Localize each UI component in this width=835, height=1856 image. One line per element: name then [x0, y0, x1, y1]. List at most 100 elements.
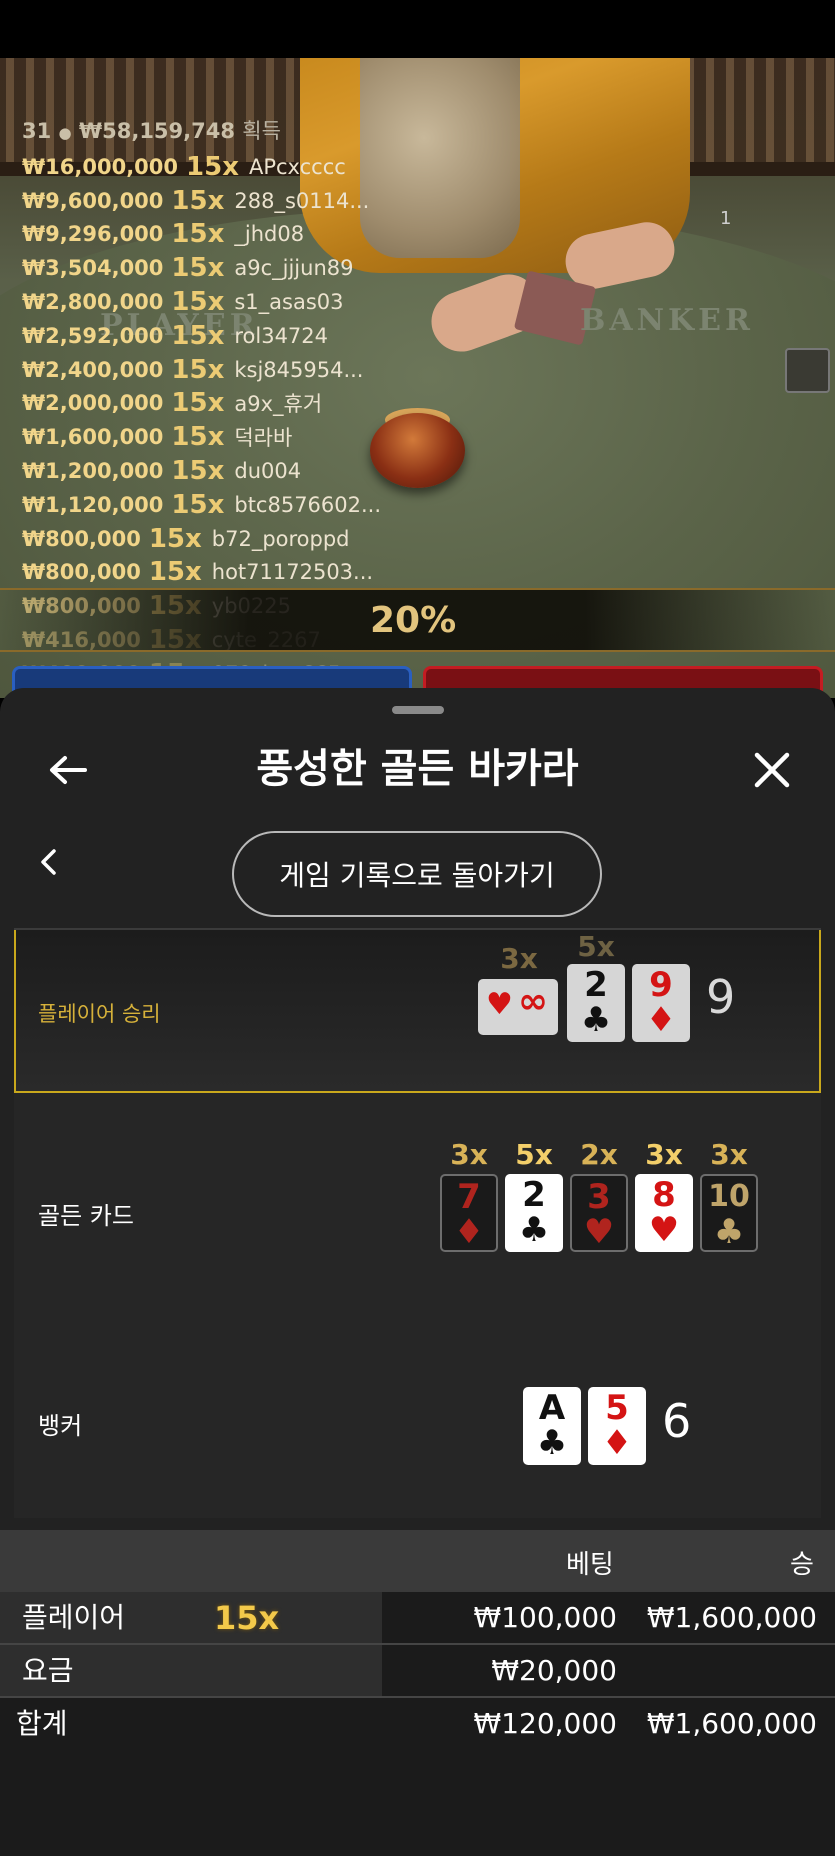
- golden-card-3-multiplier: 2x: [580, 1138, 618, 1171]
- winner-amount: ₩800,000: [22, 560, 141, 585]
- winner-multiplier: 15x: [171, 489, 225, 520]
- leaderboard-row: ₩1,600,000 15x 덕라바: [22, 420, 381, 454]
- chip-bowl: [370, 413, 465, 488]
- card-rank: 2: [522, 1175, 546, 1215]
- player-card-2-multiplier: 5x: [577, 930, 615, 963]
- leaderboard-row: ₩800,000 15x b72_poroppd: [22, 522, 381, 556]
- card-rank: 5: [605, 1388, 629, 1428]
- player-score: 9: [706, 970, 736, 1024]
- winner-username: a9x_휴거: [234, 392, 323, 417]
- winner-amount: ₩1,600,000: [22, 425, 164, 450]
- winner-amount: ₩2,400,000: [22, 357, 164, 382]
- winner-username: du004: [234, 459, 302, 484]
- leaderboard-row: ₩2,800,000 15x s1_asas03: [22, 285, 381, 319]
- bet-row-total: 합계 ₩120,000 ₩1,600,000: [0, 1698, 835, 1750]
- winner-multiplier: 15x: [171, 354, 225, 385]
- card-suit: ♦: [645, 1000, 677, 1040]
- card-suit: ♣: [713, 1212, 745, 1252]
- leaderboard-row: ₩2,592,000 15x rol34724: [22, 319, 381, 353]
- winner-amount: ₩1,120,000: [22, 492, 164, 517]
- winner-multiplier: 15x: [148, 557, 202, 588]
- golden-card-2-multiplier: 5x: [515, 1138, 553, 1171]
- sheet-title: 풍성한 골든 바카라: [256, 746, 579, 792]
- bet-amount: ₩20,000: [491, 1654, 617, 1687]
- golden-card-5-multiplier: 3x: [710, 1138, 748, 1171]
- banker-card-2: 5 ♦: [588, 1387, 646, 1465]
- winner-username: s1_asas03: [234, 290, 344, 315]
- golden-card-4-multiplier: 3x: [645, 1138, 683, 1171]
- winner-multiplier: 15x: [171, 388, 225, 419]
- bet-table-header: [0, 1530, 835, 1592]
- golden-card-5: 10 ♣: [700, 1174, 758, 1252]
- win-amount: ₩1,600,000: [646, 1601, 817, 1634]
- player-card-1: ∞ ♥: [478, 979, 558, 1035]
- card-suit: ♥: [486, 987, 513, 1022]
- leaderboard-row: ₩2,400,000 15x ksj845954...: [22, 353, 381, 387]
- chevron-left-icon: [41, 849, 56, 875]
- bet-row-player: 플레이어 15x ₩100,000 ₩1,600,000: [0, 1592, 835, 1644]
- discard-tray: [785, 348, 830, 393]
- winner-username: b72_poroppd: [211, 526, 350, 551]
- winner-amount: ₩16,000,000: [22, 154, 179, 179]
- winner-multiplier: 15x: [171, 253, 225, 284]
- winner-username: a9c_jjjun89: [234, 256, 354, 281]
- winner-username: APcxcccc: [248, 154, 346, 179]
- game-details-sheet: 풍성한 골든 바카라 게임 기록으로 돌아가기 플레이어 승리 3x 5x ∞ …: [0, 688, 835, 1856]
- bet-amount: ₩100,000: [473, 1601, 617, 1634]
- card-rank: 8: [652, 1175, 676, 1215]
- previous-round-button[interactable]: [28, 840, 68, 884]
- golden-card-1-multiplier: 3x: [450, 1138, 488, 1171]
- winners-summary: 31 ● ₩58,159,748 획득: [22, 115, 281, 145]
- card-suit: ♥: [583, 1212, 615, 1252]
- winner-amount: ₩2,000,000: [22, 391, 164, 416]
- banker-card-1: A ♣: [523, 1387, 581, 1465]
- card-rank: 7: [457, 1177, 481, 1217]
- player-card-1-multiplier: 3x: [500, 942, 538, 975]
- winner-username: 288_s0114...: [234, 188, 370, 213]
- player-card-2: 2 ♣: [567, 964, 625, 1042]
- winner-multiplier: 15x: [171, 422, 225, 453]
- golden-card-2: 2 ♣: [505, 1174, 563, 1252]
- golden-card-4: 8 ♥: [635, 1174, 693, 1252]
- back-to-history-button[interactable]: 게임 기록으로 돌아가기: [232, 831, 602, 917]
- winner-amount: ₩800,000: [22, 526, 141, 551]
- card-suit: ♦: [601, 1423, 633, 1463]
- golden-card-1: 7 ♦: [440, 1174, 498, 1252]
- winner-multiplier: 15x: [186, 151, 239, 182]
- leaderboard-row: ₩1,120,000 15x btc8576602...: [22, 488, 381, 522]
- banker-label: 뱅커: [38, 1412, 83, 1440]
- winner-amount: ₩3,504,000: [22, 256, 164, 281]
- golden-card-3: 3 ♥: [570, 1174, 628, 1252]
- percent-value: 20%: [370, 600, 457, 641]
- total-win-amount: ₩1,600,000: [646, 1707, 817, 1740]
- leaderboard-row: ₩800,000 15x hot71172503...: [22, 556, 381, 590]
- leaderboard-row: ₩16,000,000 15x APcxcccc: [22, 150, 381, 184]
- card-rank: 2: [584, 965, 608, 1005]
- total-winnings-label: 획득: [242, 119, 281, 143]
- bet-name: 플레이어: [22, 1601, 126, 1634]
- bet-multiplier: 15x: [214, 1599, 280, 1637]
- winner-amount: ₩9,296,000: [22, 222, 164, 247]
- winner-multiplier: 15x: [171, 185, 225, 216]
- winner-username: _jhd08: [234, 222, 305, 247]
- total-label: 합계: [16, 1707, 68, 1740]
- player-count: 31: [22, 119, 52, 143]
- winner-amount: ₩2,800,000: [22, 290, 164, 315]
- leaderboard-row: ₩2,000,000 15x a9x_휴거: [22, 387, 381, 421]
- card-suit: ♣: [518, 1210, 550, 1250]
- bet-name: 요금: [22, 1654, 74, 1687]
- dealer-blouse: [360, 58, 520, 258]
- winner-multiplier: 15x: [148, 523, 202, 554]
- card-suit: ♣: [580, 1000, 612, 1040]
- close-button[interactable]: [742, 740, 802, 800]
- sheet-drag-handle[interactable]: [392, 706, 444, 714]
- table-banker-text: BANKER: [580, 303, 754, 338]
- bet-column-header: 베팅: [566, 1550, 614, 1580]
- winner-multiplier: 15x: [171, 219, 225, 250]
- winner-username: ksj845954...: [234, 357, 364, 382]
- winner-username: btc8576602...: [234, 492, 382, 517]
- leaderboard-row: ₩1,200,000 15x du004: [22, 454, 381, 488]
- player-card-3: 9 ♦: [632, 964, 690, 1042]
- card-suit: ♥: [648, 1210, 680, 1250]
- card-rank: 3: [587, 1177, 611, 1217]
